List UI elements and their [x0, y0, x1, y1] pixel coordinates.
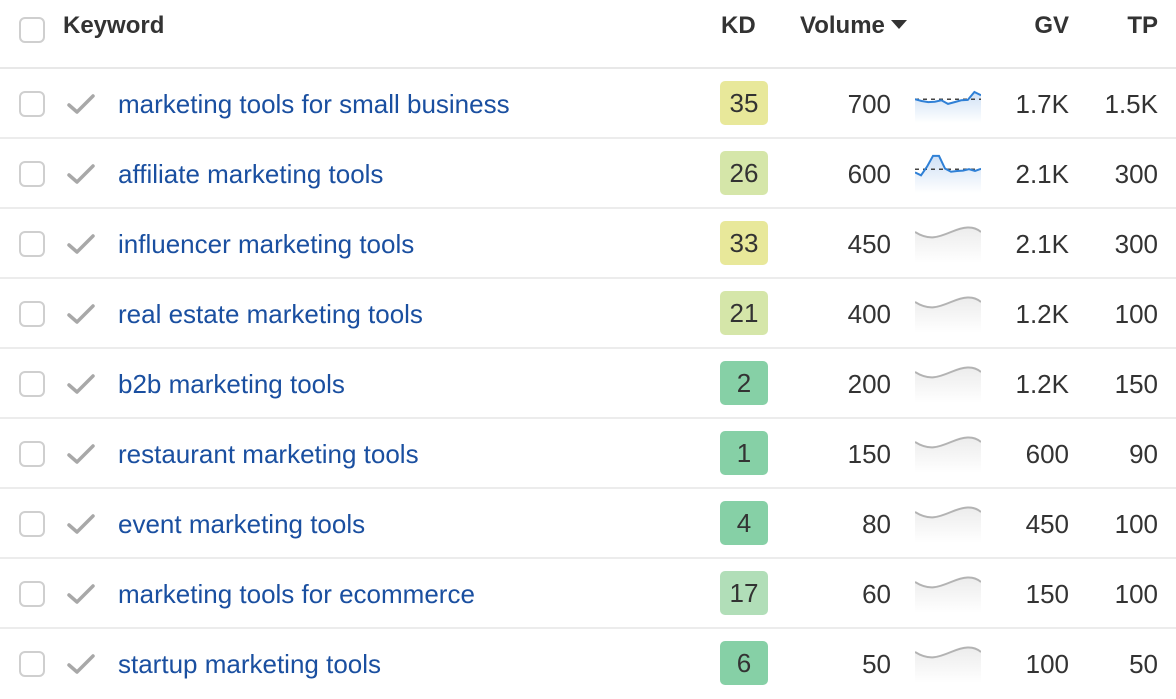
gv-value: 100 [1025, 649, 1069, 679]
sparkline-area [915, 155, 981, 193]
table-row: startup marketing tools 6 50 100 50 [0, 629, 1176, 699]
trend-sparkline[interactable] [915, 499, 981, 543]
gv-value: 2.1K [1015, 229, 1070, 259]
checkmark-icon [67, 164, 95, 184]
tp-value: 150 [1114, 369, 1158, 399]
kd-badge: 1 [720, 431, 768, 475]
keyword-link[interactable]: affiliate marketing tools [118, 159, 383, 189]
row-checkbox[interactable] [19, 581, 45, 607]
trend-sparkline[interactable] [915, 569, 981, 613]
column-header-volume-label: Volume [800, 12, 885, 39]
tp-value: 50 [1129, 649, 1158, 679]
kd-badge: 35 [720, 81, 768, 125]
table-header: Keyword KD Volume GV TP [0, 0, 1176, 69]
column-header-gv[interactable]: GV [1034, 12, 1069, 40]
kd-badge: 21 [720, 291, 768, 335]
table-row: real estate marketing tools 21 400 1.2K … [0, 279, 1176, 349]
row-checkbox[interactable] [19, 231, 45, 257]
table-row: influencer marketing tools 33 450 2.1K 3… [0, 209, 1176, 279]
checkmark-icon [67, 514, 95, 534]
kd-badge: 2 [720, 361, 768, 405]
table-row: affiliate marketing tools 26 600 2.1K 30… [0, 139, 1176, 209]
gv-value: 150 [1025, 579, 1069, 609]
volume-value: 60 [862, 579, 891, 609]
trend-sparkline[interactable] [915, 289, 981, 333]
volume-value: 200 [847, 369, 891, 399]
kd-badge: 17 [720, 571, 768, 615]
trend-sparkline[interactable] [915, 429, 981, 473]
kd-badge: 4 [720, 501, 768, 545]
gv-value: 1.2K [1015, 369, 1070, 399]
tp-value: 90 [1129, 439, 1158, 469]
gv-value: 600 [1025, 439, 1069, 469]
column-header-keyword[interactable]: Keyword [63, 12, 164, 40]
checkmark-icon [67, 444, 95, 464]
table-row: marketing tools for small business 35 70… [0, 69, 1176, 139]
kd-badge: 26 [720, 151, 768, 195]
trend-sparkline[interactable] [915, 219, 981, 263]
volume-value: 450 [847, 229, 891, 259]
checkmark-icon [67, 374, 95, 394]
table-body: marketing tools for small business 35 70… [0, 69, 1176, 699]
volume-value: 150 [847, 439, 891, 469]
kd-badge: 6 [720, 641, 768, 685]
trend-sparkline[interactable] [915, 149, 981, 193]
tp-value: 100 [1114, 509, 1158, 539]
gv-value: 1.7K [1015, 89, 1070, 119]
kd-badge: 33 [720, 221, 768, 265]
column-header-volume[interactable]: Volume [800, 12, 907, 40]
volume-value: 50 [862, 649, 891, 679]
keyword-link[interactable]: marketing tools for ecommerce [118, 579, 475, 609]
tp-value: 100 [1114, 579, 1158, 609]
checkmark-icon [67, 654, 95, 674]
row-checkbox[interactable] [19, 301, 45, 327]
tp-value: 100 [1114, 299, 1158, 329]
keyword-link[interactable]: marketing tools for small business [118, 89, 510, 119]
row-checkbox[interactable] [19, 161, 45, 187]
checkmark-icon [67, 94, 95, 114]
caret-down-icon [890, 20, 907, 30]
tp-value: 1.5K [1104, 89, 1159, 119]
keyword-link[interactable]: restaurant marketing tools [118, 439, 419, 469]
select-all-checkbox[interactable] [19, 17, 45, 43]
keyword-link[interactable]: event marketing tools [118, 509, 365, 539]
gv-value: 1.2K [1015, 299, 1070, 329]
keyword-link[interactable]: influencer marketing tools [118, 229, 414, 259]
volume-value: 400 [847, 299, 891, 329]
tp-value: 300 [1114, 159, 1158, 189]
keyword-link[interactable]: b2b marketing tools [118, 369, 345, 399]
column-header-tp[interactable]: TP [1127, 12, 1158, 40]
tp-value: 300 [1114, 229, 1158, 259]
row-checkbox[interactable] [19, 511, 45, 537]
gv-value: 450 [1025, 509, 1069, 539]
checkmark-icon [67, 304, 95, 324]
trend-sparkline[interactable] [915, 79, 981, 123]
row-checkbox[interactable] [19, 371, 45, 397]
gv-value: 2.1K [1015, 159, 1070, 189]
keywords-table: Keyword KD Volume GV TP marketing tools … [0, 0, 1176, 699]
checkmark-icon [67, 584, 95, 604]
volume-value: 80 [862, 509, 891, 539]
column-header-kd[interactable]: KD [721, 12, 756, 40]
checkmark-icon [67, 234, 95, 254]
keyword-link[interactable]: real estate marketing tools [118, 299, 423, 329]
row-checkbox[interactable] [19, 651, 45, 677]
table-row: restaurant marketing tools 1 150 600 90 [0, 419, 1176, 489]
table-row: event marketing tools 4 80 450 100 [0, 489, 1176, 559]
row-checkbox[interactable] [19, 441, 45, 467]
volume-value: 600 [847, 159, 891, 189]
table-row: b2b marketing tools 2 200 1.2K 150 [0, 349, 1176, 419]
keyword-link[interactable]: startup marketing tools [118, 649, 381, 679]
trend-sparkline[interactable] [915, 359, 981, 403]
table-row: marketing tools for ecommerce 17 60 150 … [0, 559, 1176, 629]
trend-sparkline[interactable] [915, 639, 981, 683]
volume-value: 700 [847, 89, 891, 119]
row-checkbox[interactable] [19, 91, 45, 117]
